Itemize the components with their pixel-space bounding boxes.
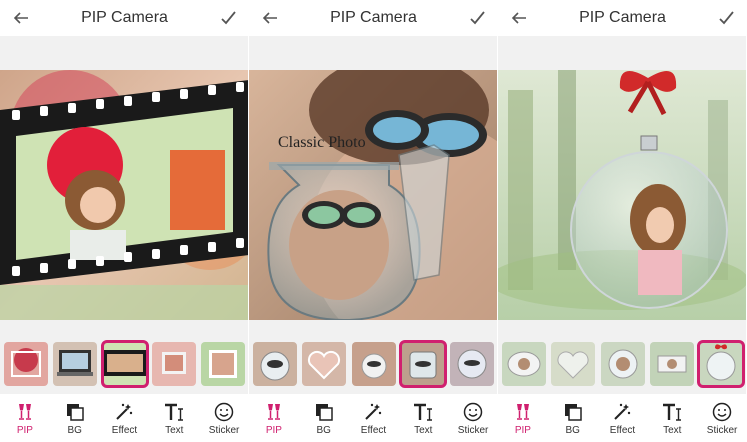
pip-ornament-preview [498,70,746,320]
bottom-toolbar: PIP BG Effect Text Sticker [249,394,497,442]
tool-label-bg: BG [67,424,82,436]
tool-label-sticker: Sticker [706,424,738,436]
thumbnail-3[interactable] [600,342,645,386]
frame-thumbnails [249,338,497,388]
back-arrow-icon [262,12,277,24]
confirm-button[interactable] [217,7,239,29]
tool-bg[interactable]: BG [50,396,99,440]
photo-preview[interactable] [498,70,746,320]
pip-icon [267,403,280,420]
tool-sticker[interactable]: Sticker [200,396,248,440]
thumbnail-1[interactable] [502,342,546,386]
confirm-button[interactable] [466,7,488,29]
back-arrow-icon [511,12,526,24]
screen-2: PIP Camera Classic Photo PIP BG Effect T… [249,0,498,442]
bottom-toolbar: PIP BG Effect Text Sticker [0,394,248,442]
tool-label-text: Text [414,424,433,436]
app-screens: PIP Camera PIP BG Effect Text Sticker PI… [0,0,747,442]
bg-icon [66,403,84,421]
overlay-text[interactable]: Classic Photo [278,134,366,152]
thumbnail-4[interactable] [649,342,694,386]
confirm-button[interactable] [715,7,737,29]
tool-label-sticker: Sticker [457,424,489,436]
thumbnail-2[interactable] [551,342,596,386]
tool-label-effect: Effect [609,424,636,436]
thumbnail-4[interactable] [398,340,447,388]
thumbnail-1[interactable] [253,342,297,386]
top-bar: PIP Camera [0,0,248,36]
tool-label-bg: BG [565,424,580,436]
effect-icon [365,403,382,420]
top-bar: PIP Camera [498,0,746,36]
screen-3: PIP Camera PIP BG Effect Text Sticker [498,0,747,442]
text-icon [414,403,433,421]
pip-icon [516,403,529,420]
tool-effect[interactable]: Effect [598,396,647,440]
thumbnail-5[interactable] [450,342,494,386]
tool-label-sticker: Sticker [208,424,240,436]
tool-text[interactable]: Text [399,396,448,440]
tool-pip[interactable]: PIP [249,396,298,440]
thumbnail-2[interactable] [302,342,347,386]
tool-bg[interactable]: BG [548,396,597,440]
screen-1: PIP Camera PIP BG Effect Text Sticker [0,0,249,442]
tool-label-text: Text [165,424,184,436]
page-title: PIP Camera [579,9,666,26]
photo-preview[interactable] [249,70,497,320]
thumbnail-3[interactable] [100,340,149,388]
thumbnail-5[interactable] [201,342,245,386]
back-arrow-icon [13,12,28,24]
bg-icon [315,403,333,421]
tool-label-text: Text [663,424,682,436]
pip-icon [18,403,31,420]
sticker-icon [712,402,732,421]
tool-label-pip: PIP [265,424,282,436]
text-icon [663,403,682,421]
pip-jar-preview [249,70,497,320]
text-icon [165,403,184,421]
back-button[interactable] [259,7,281,29]
tool-text[interactable]: Text [150,396,199,440]
bg-icon [564,403,582,421]
tool-label-pip: PIP [514,424,531,436]
thumbnail-5[interactable] [697,340,745,388]
tool-pip[interactable]: PIP [498,396,547,440]
thumbnail-2[interactable] [53,342,98,386]
pip-film-preview [0,70,248,320]
checkmark-icon [470,11,485,25]
tool-label-effect: Effect [111,424,138,436]
tool-label-effect: Effect [360,424,387,436]
tool-label-bg: BG [316,424,331,436]
bottom-toolbar: PIP BG Effect Text Sticker [498,394,746,442]
page-title: PIP Camera [330,9,417,26]
back-button[interactable] [10,7,32,29]
sticker-icon [214,402,234,421]
top-bar: PIP Camera [249,0,497,36]
tool-effect[interactable]: Effect [100,396,149,440]
thumbnail-1[interactable] [4,342,48,386]
tool-label-pip: PIP [16,424,33,436]
page-title: PIP Camera [81,9,168,26]
tool-bg[interactable]: BG [299,396,348,440]
tool-sticker[interactable]: Sticker [449,396,497,440]
tool-pip[interactable]: PIP [0,396,49,440]
photo-preview[interactable] [0,70,248,320]
back-button[interactable] [508,7,530,29]
frame-thumbnails [0,338,248,388]
effect-icon [116,403,133,420]
sticker-icon [463,402,483,421]
frame-thumbnails [498,338,746,388]
thumbnail-4[interactable] [151,342,196,386]
tool-text[interactable]: Text [648,396,697,440]
checkmark-icon [719,11,734,25]
tool-effect[interactable]: Effect [349,396,398,440]
effect-icon [614,403,631,420]
thumbnail-3[interactable] [351,342,396,386]
tool-sticker[interactable]: Sticker [698,396,746,440]
checkmark-icon [221,11,236,25]
